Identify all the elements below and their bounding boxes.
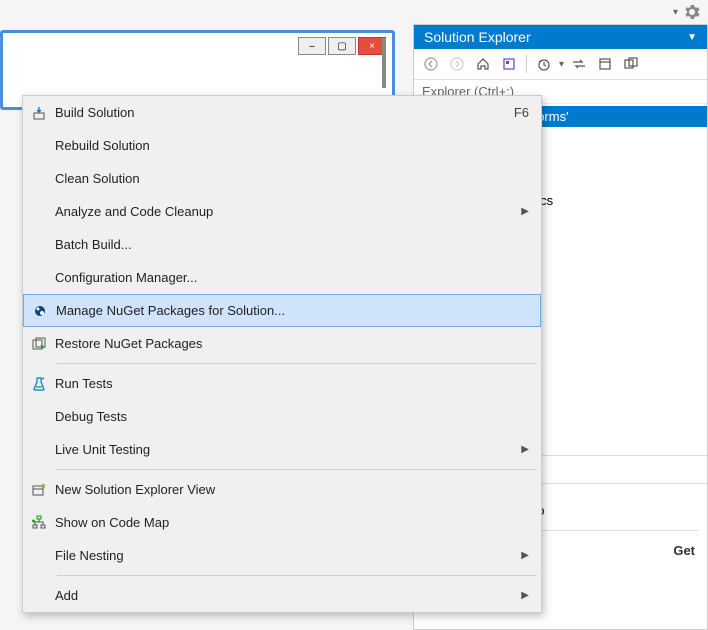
collapse-icon[interactable] [594, 53, 616, 75]
chevron-down-icon[interactable]: ▾ [559, 59, 564, 70]
back-icon[interactable] [420, 53, 442, 75]
menu-label: File Nesting [55, 548, 513, 563]
solution-toolbar: ▾ [414, 49, 707, 80]
dropdown-arrow-icon[interactable]: ▾ [673, 7, 678, 18]
menu-label: Show on Code Map [55, 515, 529, 530]
top-toolbar: ▾ [0, 0, 708, 24]
menu-item-show-on-code-map[interactable]: Show on Code Map [23, 506, 541, 539]
menu-label: Clean Solution [55, 171, 529, 186]
menu-item-debug-tests[interactable]: Debug Tests [23, 400, 541, 433]
menu-item-clean-solution[interactable]: Clean Solution [23, 162, 541, 195]
menu-item-rebuild-solution[interactable]: Rebuild Solution [23, 129, 541, 162]
codemap-icon [23, 515, 55, 531]
menu-label: Live Unit Testing [55, 442, 513, 457]
menu-label: Build Solution [55, 105, 494, 120]
nuget-icon [24, 303, 56, 319]
menu-label: Restore NuGet Packages [55, 336, 529, 351]
menu-separator [57, 575, 537, 576]
properties-value: Get [673, 543, 695, 558]
menu-label: Configuration Manager... [55, 270, 529, 285]
menu-item-run-tests[interactable]: Run Tests [23, 367, 541, 400]
menu-separator [57, 363, 537, 364]
menu-label: Rebuild Solution [55, 138, 529, 153]
menu-label: Run Tests [55, 376, 529, 391]
forward-icon[interactable] [446, 53, 468, 75]
solution-explorer-header: Solution Explorer ▼ [414, 25, 707, 49]
menu-item-configuration-manager[interactable]: Configuration Manager... [23, 261, 541, 294]
menu-label: Analyze and Code Cleanup [55, 204, 513, 219]
solution-explorer-title: Solution Explorer [424, 29, 531, 45]
menu-item-manage-nuget-packages-for-solution[interactable]: Manage NuGet Packages for Solution... [23, 294, 541, 327]
switch-view-icon[interactable] [498, 53, 520, 75]
menu-item-file-nesting[interactable]: File Nesting ▶ [23, 539, 541, 572]
menu-label: Add [55, 588, 513, 603]
menu-label: Manage NuGet Packages for Solution... [56, 303, 528, 318]
submenu-arrow-icon: ▶ [521, 206, 529, 217]
menu-item-new-solution-explorer-view[interactable]: New Solution Explorer View [23, 473, 541, 506]
sync-icon[interactable] [568, 53, 590, 75]
menu-item-build-solution[interactable]: Build Solution F6 [23, 96, 541, 129]
menu-item-restore-nuget-packages[interactable]: Restore NuGet Packages [23, 327, 541, 360]
minimize-icon[interactable]: – [298, 37, 326, 55]
panel-dropdown-icon[interactable]: ▼ [687, 32, 697, 43]
maximize-icon[interactable]: ▢ [328, 37, 356, 55]
resize-handle[interactable] [382, 38, 386, 88]
menu-shortcut: F6 [514, 105, 529, 120]
menu-item-add[interactable]: Add ▶ [23, 579, 541, 612]
submenu-arrow-icon: ▶ [521, 550, 529, 561]
menu-label: New Solution Explorer View [55, 482, 529, 497]
restore-icon [23, 336, 55, 352]
flask-icon [23, 376, 55, 392]
new-view-icon [23, 482, 55, 498]
show-all-icon[interactable] [620, 53, 642, 75]
home-icon[interactable] [472, 53, 494, 75]
menu-item-live-unit-testing[interactable]: Live Unit Testing ▶ [23, 433, 541, 466]
menu-label: Debug Tests [55, 409, 529, 424]
build-icon [23, 105, 55, 121]
menu-label: Batch Build... [55, 237, 529, 252]
menu-item-analyze-and-code-cleanup[interactable]: Analyze and Code Cleanup ▶ [23, 195, 541, 228]
submenu-arrow-icon: ▶ [521, 590, 529, 601]
submenu-arrow-icon: ▶ [521, 444, 529, 455]
gear-icon[interactable] [684, 4, 700, 20]
solution-context-menu: Build Solution F6 Rebuild Solution Clean So… [22, 95, 542, 613]
menu-item-batch-build[interactable]: Batch Build... [23, 228, 541, 261]
menu-separator [57, 469, 537, 470]
history-icon[interactable] [533, 53, 555, 75]
